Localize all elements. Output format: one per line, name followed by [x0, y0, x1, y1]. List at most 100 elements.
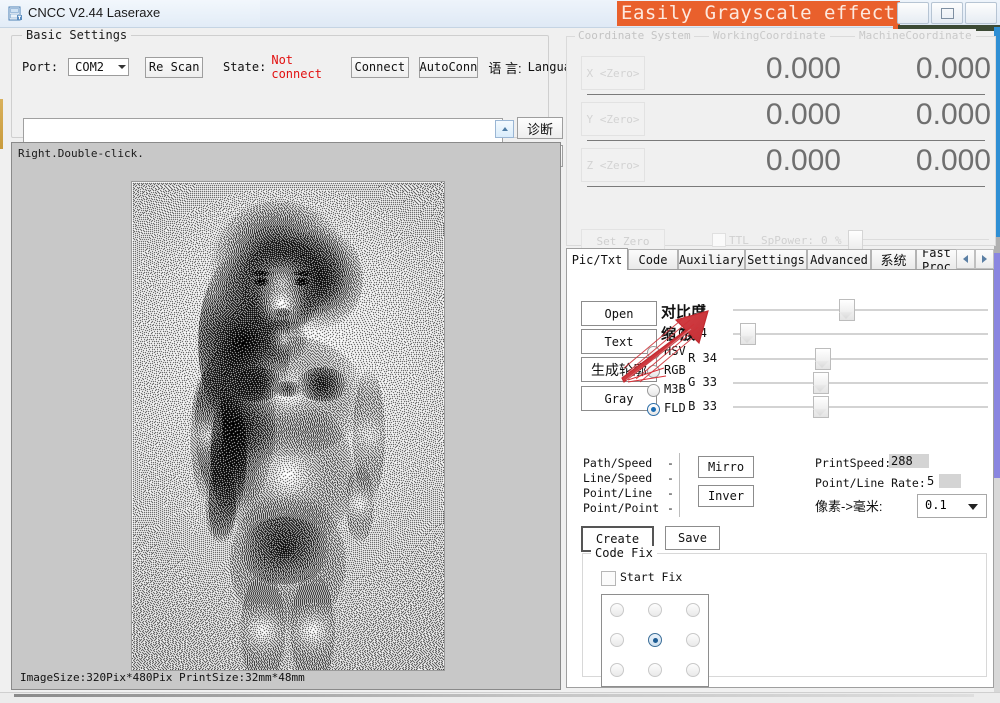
image-canvas-panel[interactable]: Right.Double-click. ImageSize:320Pix*480…: [11, 142, 561, 690]
printspeed-label: PrintSpeed:: [815, 456, 891, 470]
connect-button[interactable]: Connect: [351, 57, 409, 78]
tab-scroll-left-button[interactable]: [956, 249, 975, 269]
machine-coordinate-header: MachineCoordinate: [855, 29, 976, 42]
x-zero-button[interactable]: X <Zero>: [581, 56, 645, 90]
anchor-2[interactable]: [686, 603, 700, 617]
y-zero-button[interactable]: Y <Zero>: [581, 102, 645, 136]
tab-auxiliary[interactable]: Auxiliary: [678, 249, 745, 269]
connection-row: Port: COM2 Re Scan State: Not connect Co…: [22, 56, 594, 78]
restore-icon: [941, 8, 954, 19]
m3b-radio[interactable]: [647, 384, 660, 397]
x-machine-value: 0.000: [851, 52, 991, 86]
tab-pic-txt[interactable]: Pic/Txt: [566, 248, 628, 270]
text-button[interactable]: Text: [581, 329, 657, 354]
contrast-slider-knob[interactable]: [839, 299, 855, 321]
restore-button[interactable]: [931, 2, 963, 24]
hsv-radio[interactable]: [647, 346, 660, 359]
preview-image[interactable]: [131, 181, 445, 671]
scale-value: 0.24: [667, 326, 707, 340]
scale-slider-track[interactable]: [733, 333, 988, 335]
log-scroll-up-button[interactable]: [495, 120, 514, 138]
pixel-to-mm-select[interactable]: 0.1: [917, 494, 987, 518]
z-machine-value: 0.000: [851, 144, 991, 178]
gray-button[interactable]: Gray: [581, 386, 657, 411]
minimize-button[interactable]: [897, 2, 929, 24]
language-label: 语 言:: [488, 58, 521, 77]
anchor-5[interactable]: [686, 633, 700, 647]
line-speed-label: Line/Speed: [583, 471, 652, 485]
start-fix-checkbox[interactable]: [601, 571, 616, 586]
axis-row: Y <Zero> 0.000 0.000: [575, 95, 987, 141]
rgb-radio[interactable]: [647, 365, 660, 378]
diagnose-button[interactable]: 诊断: [517, 117, 563, 139]
x-working-value: 0.000: [715, 52, 841, 86]
state-label: State:: [223, 60, 266, 74]
autoconn-button[interactable]: AutoConn: [419, 57, 479, 78]
pixel-to-mm-value: 0.1: [925, 498, 947, 512]
anchor-4[interactable]: [648, 633, 662, 647]
anchor-grid[interactable]: [601, 594, 709, 687]
scale-slider-knob[interactable]: [740, 323, 756, 345]
b-slider-knob[interactable]: [813, 396, 829, 418]
b-slider-track[interactable]: [733, 406, 988, 408]
sppower-slider-track[interactable]: [861, 239, 989, 240]
mirro-button[interactable]: Mirro: [698, 456, 754, 478]
port-label: Port:: [22, 60, 58, 74]
open-button[interactable]: Open: [581, 301, 657, 326]
generate-outline-button[interactable]: 生成轮廓: [581, 357, 657, 382]
close-button[interactable]: [965, 2, 997, 24]
left-edge-strip: [0, 99, 3, 149]
g-value: G 33: [672, 375, 717, 389]
chevron-down-icon: [118, 65, 126, 69]
anchor-6[interactable]: [610, 663, 624, 677]
point-line-rate-field-bg: [939, 474, 961, 488]
inver-button[interactable]: Inver: [698, 485, 754, 507]
code-fix-group: Code Fix Start Fix: [582, 553, 987, 677]
fld-radio[interactable]: [647, 403, 660, 416]
save-button[interactable]: Save: [665, 526, 720, 550]
tab-system[interactable]: 系统: [871, 249, 916, 269]
contrast-value: 1: [677, 302, 707, 316]
chevron-up-icon: [502, 127, 508, 131]
axis-row: Z <Zero> 0.000 0.000: [575, 141, 987, 187]
sppower-unit: %: [835, 234, 842, 247]
g-slider-track[interactable]: [733, 382, 988, 384]
code-fix-legend: Code Fix: [591, 546, 657, 560]
canvas-status-text: ImageSize:320Pix*480Pix PrintSize:32mm*4…: [20, 671, 305, 684]
sppower-label: SpPower:: [761, 234, 814, 247]
port-select[interactable]: COM2: [68, 58, 129, 76]
r-value: R 34: [672, 351, 717, 365]
start-fix-label: Start Fix: [620, 570, 682, 584]
tab-settings[interactable]: Settings: [745, 249, 807, 269]
halftone-bitmap: [132, 182, 444, 670]
basic-settings-group: Basic Settings Port: COM2 Re Scan State:…: [11, 35, 549, 138]
path-speed-label: Path/Speed: [583, 456, 652, 470]
y-working-value: 0.000: [715, 98, 841, 132]
anchor-3[interactable]: [610, 633, 624, 647]
anchor-0[interactable]: [610, 603, 624, 617]
window-controls: [896, 2, 998, 24]
anchor-7[interactable]: [648, 663, 662, 677]
tab-advanced[interactable]: Advanced: [807, 249, 871, 269]
tab-scroll-right-button[interactable]: [975, 249, 994, 269]
anchor-8[interactable]: [686, 663, 700, 677]
pixel-to-mm-label: 像素->毫米:: [815, 496, 883, 515]
printspeed-value[interactable]: 288: [889, 454, 929, 468]
canvas-hint-text: Right.Double-click.: [18, 147, 144, 160]
rescan-button[interactable]: Re Scan: [145, 57, 203, 78]
z-zero-button[interactable]: Z <Zero>: [581, 148, 645, 182]
point-line-label: Point/Line: [583, 486, 652, 500]
chevron-right-icon: [982, 255, 987, 263]
r-slider-track[interactable]: [733, 358, 988, 360]
working-coordinate-header: WorkingCoordinate: [709, 29, 830, 42]
watermark-banner: Easily Grayscale effect: [617, 1, 900, 26]
ttl-checkbox[interactable]: [712, 233, 726, 247]
tab-panel: Pic/Txt Code Auxiliary Settings Advanced…: [566, 248, 994, 688]
g-slider-knob[interactable]: [813, 372, 829, 394]
z-working-value: 0.000: [715, 144, 841, 178]
r-slider-knob[interactable]: [815, 348, 831, 370]
anchor-1[interactable]: [648, 603, 662, 617]
tab-code[interactable]: Code: [628, 249, 678, 269]
contrast-slider-track[interactable]: [733, 309, 988, 311]
bottom-shadow: [14, 694, 974, 697]
